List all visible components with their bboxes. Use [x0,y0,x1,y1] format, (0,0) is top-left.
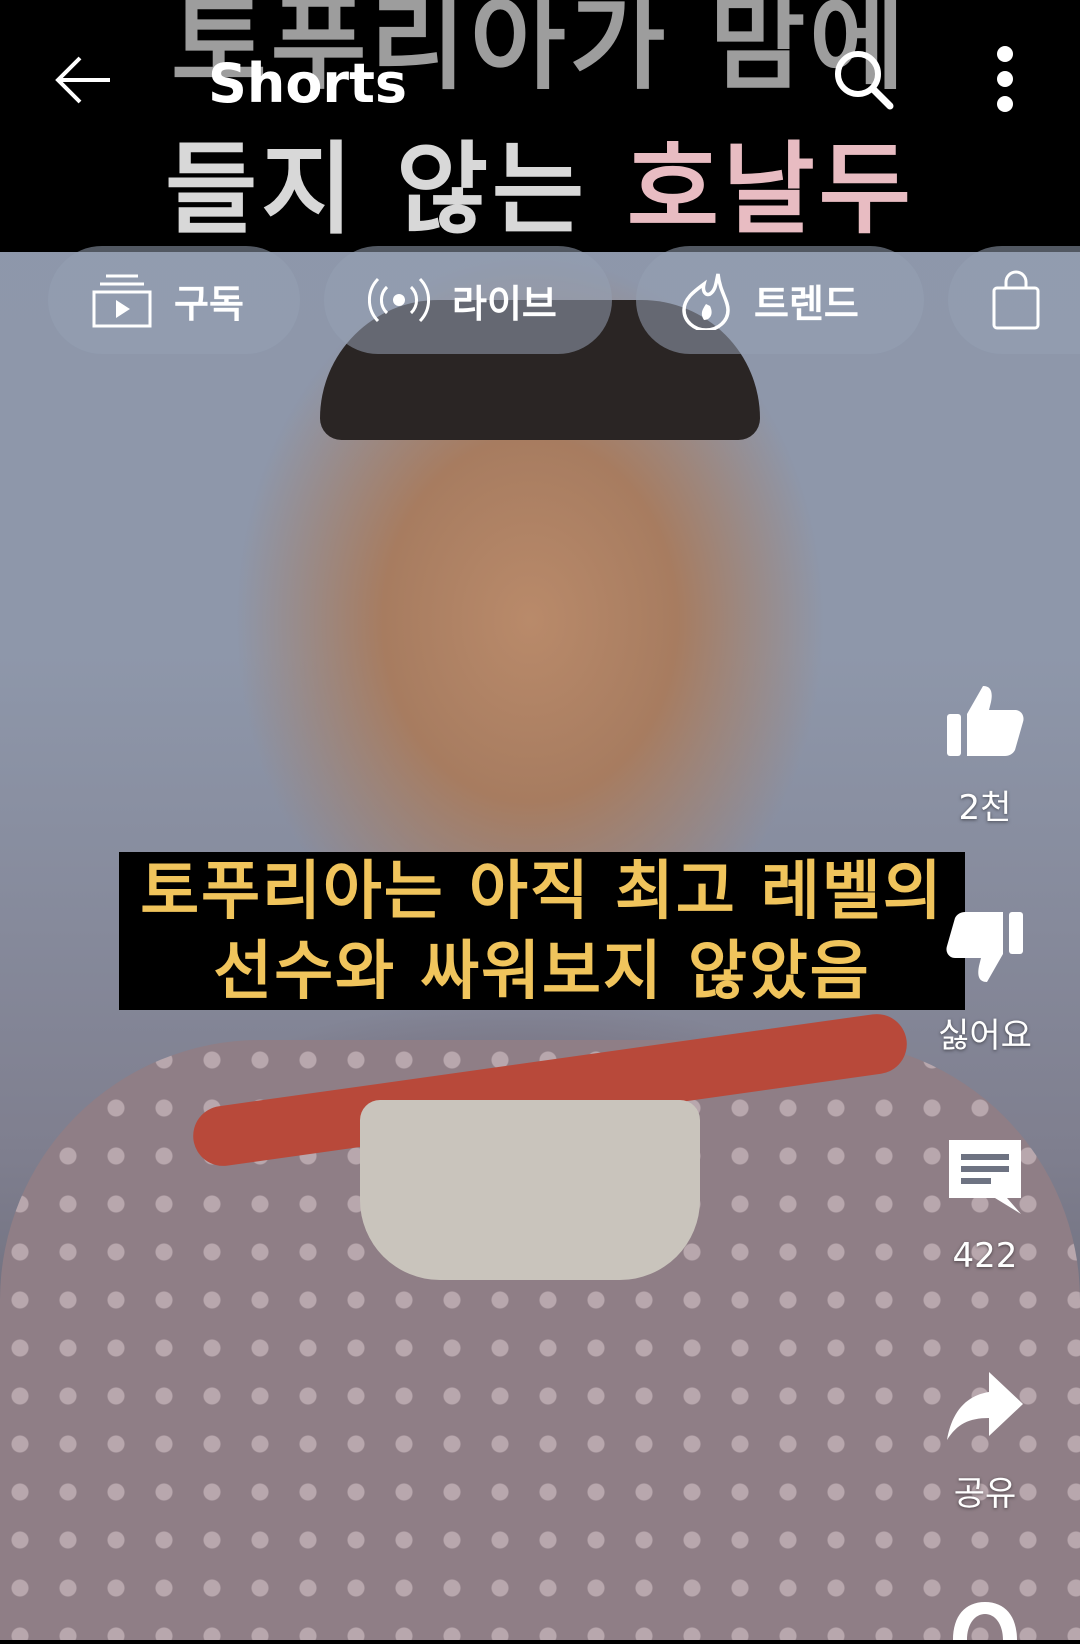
share-icon [947,1372,1023,1440]
banner-line-2-highlight: 호날두 [626,131,915,248]
comments-button[interactable]: 422 [925,1136,1045,1276]
chip-trending[interactable]: 트렌드 [636,246,924,354]
dislike-label: 싫어요 [938,1016,1032,1056]
app-bar: Shorts [0,30,1080,130]
chip-trending-label: 트렌드 [754,281,859,326]
caption-line-2: 선수와 싸워보지 않았음 [213,935,871,1009]
back-button[interactable] [52,48,116,112]
more-options-button[interactable] [980,44,1030,114]
chip-live[interactable]: 라이브 [324,246,612,354]
live-icon [368,277,430,323]
chip-subscriptions-label: 구독 [174,281,244,326]
remix-button[interactable] [925,1600,1045,1644]
caption-line-1: 토푸리아는 아직 최고 레벨의 [140,855,944,929]
dislike-button[interactable]: 싫어요 [925,908,1045,1057]
like-button[interactable]: 2천 [925,680,1045,829]
shopping-bag-icon [992,270,1040,330]
chip-subscriptions[interactable]: 구독 [48,246,300,354]
category-chips: 구독 라이브 트렌드 [0,246,1080,356]
chip-live-label: 라이브 [452,281,557,326]
chip-shopping[interactable] [948,246,1080,354]
thumbs-up-icon [947,686,1024,756]
trending-icon [682,273,730,330]
share-label: 공유 [953,1474,1017,1514]
comment-icon [949,1140,1021,1214]
search-button[interactable] [828,44,898,114]
back-arrow-icon [55,56,110,104]
thumbs-down-icon [946,912,1023,982]
banner-line-2-text: 들지 않는 [165,131,627,248]
like-count: 2천 [958,788,1012,828]
page-title: Shorts [208,52,408,115]
video-subject-collar [360,1100,700,1280]
more-vertical-icon [997,46,1013,112]
remix-icon [953,1602,1017,1640]
video-caption: 토푸리아는 아직 최고 레벨의 선수와 싸워보지 않았음 [119,852,965,1010]
comment-count: 422 [952,1236,1018,1276]
subscriptions-icon [92,274,152,328]
share-button[interactable]: 공유 [925,1366,1045,1515]
search-icon [835,51,894,110]
